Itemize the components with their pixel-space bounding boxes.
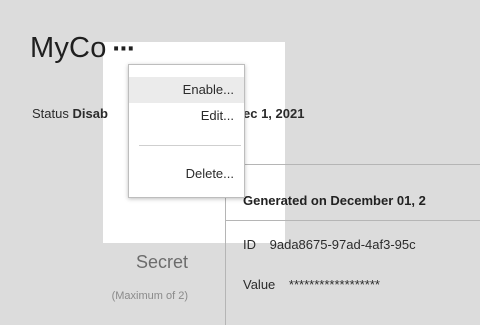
actions-menu: Enable... Edit... Delete... <box>128 64 245 198</box>
masked-value: ****************** <box>288 277 380 292</box>
header: MyCo ⋯ <box>30 28 135 68</box>
secret-limit-note: (Maximum of 2) <box>111 290 188 302</box>
id-label: ID <box>243 237 256 252</box>
menu-item-delete[interactable]: Delete... <box>129 161 244 187</box>
value-label: Value <box>243 277 276 292</box>
status-value: Disab <box>72 106 108 121</box>
menu-item-edit[interactable]: Edit... <box>129 103 244 129</box>
menu-item-enable[interactable]: Enable... <box>129 77 244 103</box>
generated-date: Generated on December 01, 2 <box>243 193 426 208</box>
divider <box>226 220 480 221</box>
status-date: ec 1, 2021 <box>243 106 305 121</box>
secret-value-row: Value ****************** <box>243 277 380 292</box>
secret-id-row: ID 9ada8675-97ad-4af3-95c <box>243 237 416 252</box>
secret-heading: Secret <box>135 252 188 272</box>
status-row: Status Disab <box>32 106 108 121</box>
page-title: MyCo <box>30 31 107 64</box>
more-actions-button[interactable]: ⋯ <box>113 36 135 62</box>
id-value: 9ada8675-97ad-4af3-95c <box>269 237 416 252</box>
menu-separator <box>139 145 241 146</box>
secrets-panel: Generated on December 01, 2 ID 9ada8675-… <box>225 164 480 325</box>
status-label: Status <box>32 106 69 121</box>
